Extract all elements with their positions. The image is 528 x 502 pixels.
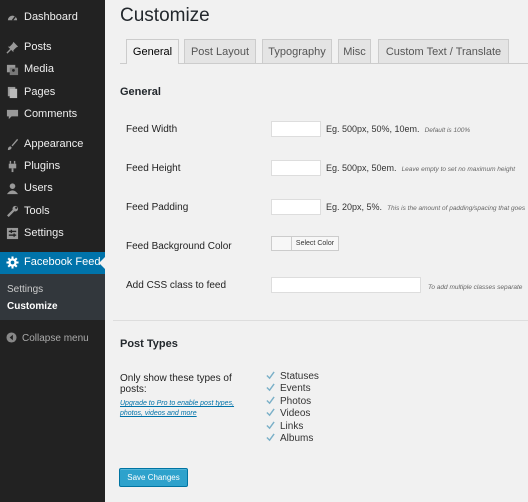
sidebar-item-comments[interactable]: Comments — [0, 104, 105, 126]
sidebar-item-label: Comments — [24, 108, 78, 120]
tabs-underline — [120, 63, 528, 64]
save-changes-button[interactable]: Save Changes — [119, 468, 188, 487]
sidebar-item-settings[interactable]: Settings — [0, 223, 105, 245]
dashboard-icon — [6, 11, 19, 24]
feed-width-note: Default is 100% — [424, 127, 471, 134]
sidebar-item-appearance[interactable]: Appearance — [0, 134, 105, 156]
section-heading-general: General — [120, 86, 161, 98]
feed-height-hint: Eg. 500px, 50em. Leave empty to set no m… — [326, 163, 515, 173]
sidebar-item-label: Settings — [24, 227, 64, 239]
users-icon — [6, 182, 19, 195]
sidebar-item-label: Pages — [24, 86, 56, 98]
css-class-note: To add multiple classes separate — [428, 284, 523, 291]
feed-height-note: Leave empty to set no maximum height — [401, 166, 516, 173]
post-type-label: Videos — [280, 408, 311, 419]
check-icon — [266, 421, 275, 430]
css-class-input[interactable] — [271, 277, 421, 293]
sidebar-item-users[interactable]: Users — [0, 178, 105, 200]
sidebar-item-label: Users — [24, 182, 53, 194]
feed-bg-color-label: Feed Background Color — [126, 241, 232, 252]
gear-icon — [6, 256, 19, 269]
sidebar-item-label: Posts — [24, 41, 52, 53]
tab-custom-text-translate[interactable]: Custom Text / Translate — [378, 39, 509, 63]
post-type-label: Links — [280, 421, 304, 432]
collapse-arrow-icon — [6, 332, 17, 343]
collapse-menu-label: Collapse menu — [22, 333, 89, 344]
feed-padding-input[interactable] — [271, 199, 321, 215]
feed-padding-note: This is the amount of padding/spacing th… — [387, 205, 526, 212]
settings-icon — [6, 227, 19, 240]
post-type-label: Photos — [280, 396, 312, 407]
feed-height-input[interactable] — [271, 160, 321, 176]
paintbrush-icon — [6, 138, 19, 151]
sidebar-item-posts[interactable]: Posts — [0, 37, 105, 59]
facebook-feed-submenu: Settings Customize — [0, 274, 105, 320]
feed-height-label: Feed Height — [126, 163, 181, 174]
check-icon — [266, 371, 275, 380]
check-icon — [266, 383, 275, 392]
upgrade-to-pro-link[interactable]: Upgrade to Pro to enable post types, pho… — [120, 399, 245, 419]
feed-width-hint: Eg. 500px, 50%, 10em. Default is 100% — [326, 124, 470, 134]
sidebar-item-tools[interactable]: Tools — [0, 201, 105, 223]
sidebar-item-label: Tools — [24, 205, 50, 217]
feed-padding-label: Feed Padding — [126, 202, 189, 213]
media-icon — [6, 63, 19, 76]
css-class-hint: To add multiple classes separate — [428, 281, 522, 291]
post-types-label: Only show these types of posts: — [120, 373, 232, 395]
submenu-item-customize[interactable]: Customize — [7, 301, 58, 312]
submenu-item-settings[interactable]: Settings — [7, 284, 43, 295]
sidebar-item-dashboard[interactable]: Dashboard — [0, 7, 105, 29]
sidebar-item-media[interactable]: Media — [0, 59, 105, 81]
sidebar-item-label: Plugins — [24, 160, 61, 172]
feed-height-hint-text: Eg. 500px, 50em. — [326, 163, 397, 173]
feed-width-input[interactable] — [271, 121, 321, 137]
feed-padding-hint: Eg. 20px, 5%. This is the amount of padd… — [326, 202, 525, 212]
sidebar-item-pages[interactable]: Pages — [0, 82, 105, 104]
tab-typography[interactable]: Typography — [262, 39, 332, 63]
admin-sidebar: Dashboard Posts Media Pages Comments App… — [0, 0, 105, 502]
sidebar-item-label: Media — [24, 63, 54, 75]
select-color-button[interactable]: Select Color — [291, 236, 339, 251]
page-title: Customize — [120, 5, 210, 26]
check-icon — [266, 433, 275, 442]
pages-icon — [6, 86, 19, 99]
feed-padding-hint-text: Eg. 20px, 5%. — [326, 202, 383, 212]
tab-general[interactable]: General — [126, 39, 179, 64]
check-icon — [266, 396, 275, 405]
pushpin-icon — [6, 41, 19, 54]
sidebar-item-label: Appearance — [24, 138, 84, 150]
section-divider — [113, 320, 528, 321]
sidebar-item-facebook-feed[interactable]: Facebook Feed — [0, 252, 105, 274]
css-class-label: Add CSS class to feed — [126, 280, 227, 291]
collapse-menu-button[interactable]: Collapse menu — [0, 328, 105, 348]
comments-icon — [6, 108, 19, 121]
post-type-label: Albums — [280, 433, 314, 444]
tab-misc[interactable]: Misc — [338, 39, 371, 63]
tab-post-layout[interactable]: Post Layout — [184, 39, 256, 63]
wrench-icon — [6, 205, 19, 218]
check-icon — [266, 408, 275, 417]
sidebar-item-label: Facebook Feed — [24, 256, 101, 268]
post-type-label: Events — [280, 383, 311, 394]
section-heading-post-types: Post Types — [120, 338, 178, 350]
post-type-label: Statuses — [280, 371, 319, 382]
plugins-icon — [6, 160, 19, 173]
feed-width-hint-text: Eg. 500px, 50%, 10em. — [326, 124, 420, 134]
sidebar-item-label: Dashboard — [24, 11, 78, 23]
sidebar-item-plugins[interactable]: Plugins — [0, 156, 105, 178]
color-swatch[interactable] — [271, 236, 291, 251]
feed-width-label: Feed Width — [126, 124, 178, 135]
